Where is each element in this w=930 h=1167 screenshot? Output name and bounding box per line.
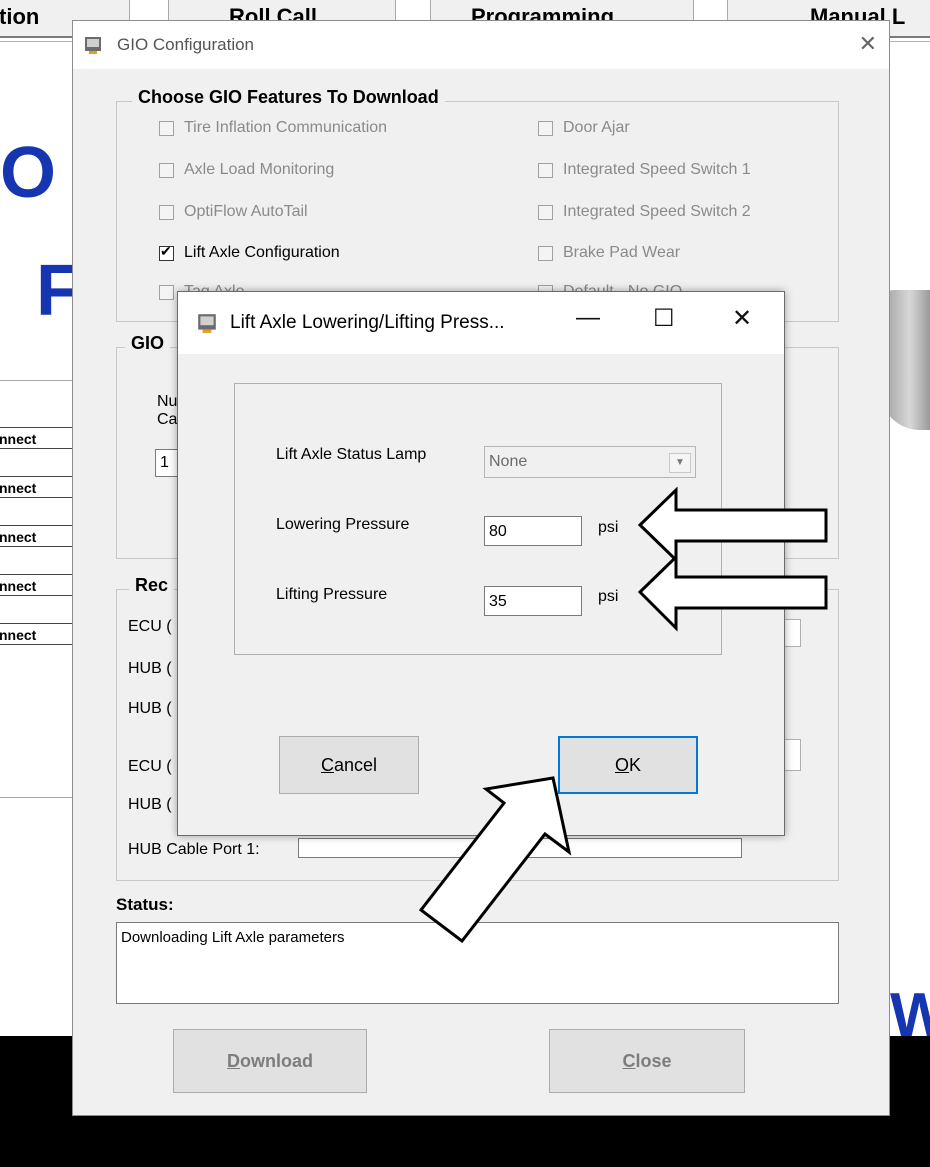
arrow-to-ok-button — [418, 776, 572, 944]
arrow-to-lifting-pressure — [637, 553, 828, 632]
arrow-to-lowering-pressure — [637, 486, 828, 564]
annotation-arrows — [418, 486, 828, 944]
